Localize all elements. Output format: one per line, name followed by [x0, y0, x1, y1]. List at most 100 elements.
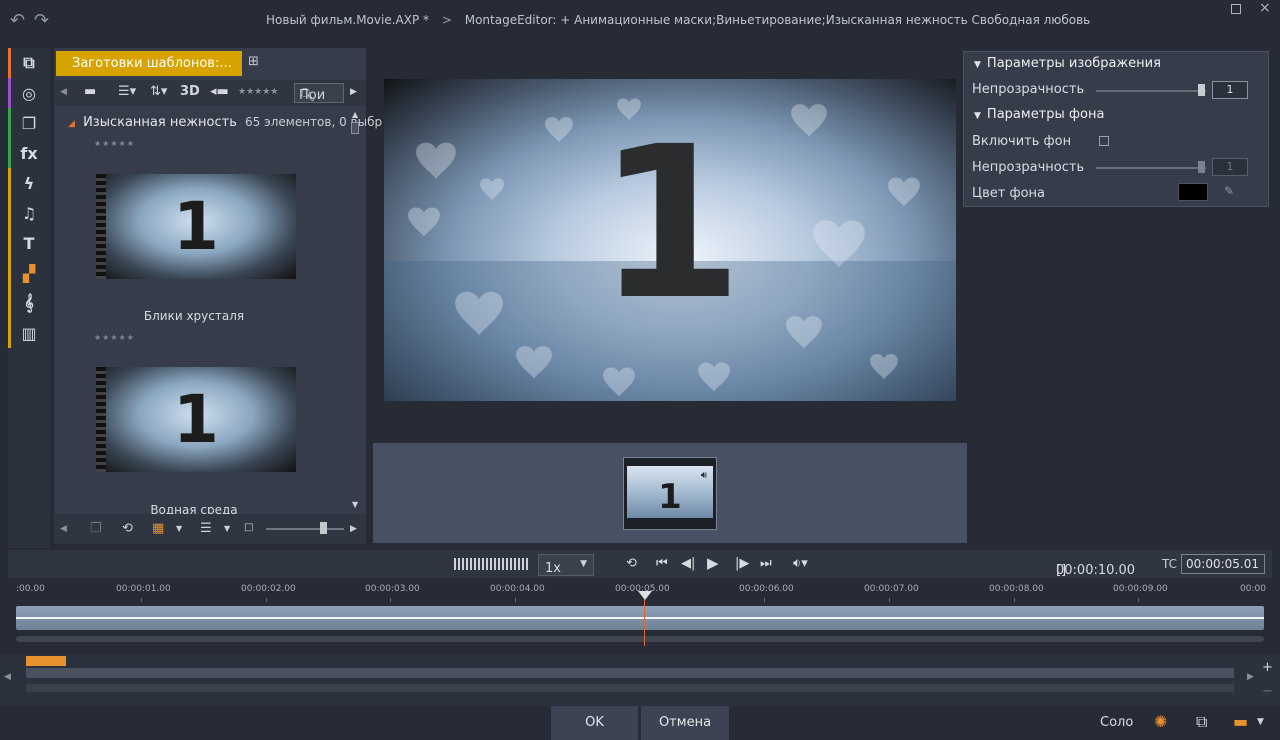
clip-thumbnail[interactable]: 1 🔊︎: [623, 457, 717, 530]
scroll-up-icon[interactable]: ▲: [352, 110, 358, 119]
clip-strip: 1 🔊︎: [373, 443, 967, 543]
category-stripe: [8, 48, 11, 78]
image-opacity-slider[interactable]: [1096, 84, 1206, 96]
sort-icon[interactable]: ⇅▾: [150, 84, 167, 99]
category-stripe: [8, 108, 11, 138]
go-to-start-icon[interactable]: ⏮: [656, 556, 668, 571]
background-section-header[interactable]: ▼ Параметры фона: [974, 107, 1104, 122]
collapse-triangle-icon[interactable]: ◢: [68, 119, 75, 129]
scroll-down-icon[interactable]: ▼: [352, 500, 358, 509]
tag-icon[interactable]: ◂▬: [210, 84, 229, 99]
category-stripe: [8, 138, 11, 168]
timeline-clip[interactable]: [16, 606, 1264, 630]
text-icon[interactable]: T: [8, 228, 50, 258]
loop-icon[interactable]: ⟲: [626, 556, 637, 571]
timecode-label: TC: [1162, 557, 1178, 571]
overview-marker[interactable]: [26, 656, 66, 666]
lightning-icon[interactable]: ϟ: [8, 168, 50, 198]
eyedropper-icon[interactable]: ✎: [1224, 184, 1234, 198]
redo-icon[interactable]: ↷: [34, 10, 49, 31]
box-icon[interactable]: ⧉: [8, 48, 50, 78]
solo-toggle[interactable]: Соло: [1100, 715, 1133, 730]
monitor-icon[interactable]: ▬: [1233, 712, 1248, 731]
list-layout-dropdown-icon[interactable]: ▼: [224, 524, 230, 533]
scroll-right-icon[interactable]: ▶: [1247, 672, 1254, 682]
treble-clef-icon[interactable]: 𝄞: [8, 288, 50, 318]
volume-icon[interactable]: 🔉︎▾: [793, 556, 808, 571]
list-layout-icon[interactable]: ☰: [200, 521, 212, 536]
search-input[interactable]: 🔍︎ Пои: [294, 83, 344, 103]
film-reel-icon[interactable]: ◎: [8, 78, 50, 108]
category-stripe: [8, 258, 11, 288]
piano-icon[interactable]: ▥: [8, 318, 50, 348]
go-to-end-icon[interactable]: ⏭: [760, 556, 772, 571]
template-thumbnail[interactable]: 1: [96, 174, 296, 279]
play-icon[interactable]: ▶: [707, 554, 719, 572]
slider-knob[interactable]: [320, 522, 327, 534]
library-tab-templates[interactable]: Заготовки шаблонов:...: [56, 51, 242, 76]
chevron-down-icon[interactable]: ▼: [1257, 717, 1264, 727]
bg-opacity-field[interactable]: 1: [1212, 158, 1248, 176]
folder-icon[interactable]: ▬: [84, 84, 96, 99]
image-section-header[interactable]: ▼ Параметры изображения: [974, 56, 1161, 71]
target-icon[interactable]: ✺: [1154, 712, 1167, 731]
forward-arrow-icon[interactable]: ▶: [350, 524, 357, 534]
thumbnail-size-slider[interactable]: [266, 522, 344, 534]
item-rating[interactable]: ★★★★★: [94, 139, 135, 148]
back-arrow-icon[interactable]: ◀: [60, 524, 67, 534]
restore-window-icon[interactable]: [1231, 4, 1241, 14]
overview-track[interactable]: [26, 668, 1234, 678]
video-preview[interactable]: 1: [384, 79, 956, 401]
grid-view-dropdown-icon[interactable]: ▼: [176, 524, 182, 533]
template-thumbnail[interactable]: 1: [96, 367, 296, 472]
ok-button[interactable]: OK: [551, 706, 638, 740]
zoom-in-icon[interactable]: +: [1262, 660, 1273, 675]
back-arrow-icon[interactable]: ◀: [60, 87, 67, 97]
montage-icon[interactable]: ▞: [8, 258, 50, 288]
library-scrollbar[interactable]: ▲ ▼: [350, 110, 360, 510]
overview-track[interactable]: [26, 684, 1234, 692]
step-forward-icon[interactable]: |▶: [735, 556, 749, 571]
scroll-left-icon[interactable]: ◀: [4, 672, 11, 682]
library-bottom-bar: ◀ ❐ ⟲ ▦ ▼ ☰ ▼ □ ▶: [54, 514, 366, 544]
forward-arrow-icon[interactable]: ▶: [350, 87, 357, 97]
add-tab-icon[interactable]: ⊞: [248, 54, 259, 69]
item-rating[interactable]: ★★★★★: [94, 333, 135, 342]
background-section-title: Параметры фона: [986, 107, 1105, 122]
refresh-icon[interactable]: ⟲: [122, 521, 133, 536]
playhead[interactable]: [644, 592, 645, 646]
timecode-field[interactable]: 00:00:05.01: [1181, 554, 1265, 574]
enable-background-checkbox[interactable]: [1099, 136, 1109, 146]
cancel-button[interactable]: Отмена: [641, 706, 729, 740]
breadcrumb-separator: >: [441, 13, 452, 27]
bg-color-swatch[interactable]: [1178, 183, 1208, 201]
library-group-header[interactable]: ◢ Изысканная нежность 65 элементов, 0 вы…: [68, 115, 382, 130]
step-back-icon[interactable]: ◀|: [681, 556, 695, 571]
list-view-icon[interactable]: ☰▾: [118, 84, 136, 99]
slider-knob[interactable]: [1198, 84, 1205, 96]
jog-shuttle[interactable]: [454, 558, 530, 570]
close-window-icon[interactable]: ×: [1259, 0, 1271, 16]
undo-icon[interactable]: ↶: [10, 10, 25, 31]
copy-icon[interactable]: ❐: [90, 521, 102, 536]
grid-view-icon[interactable]: ▦: [152, 521, 164, 536]
thumbnail-number: 1: [173, 381, 219, 458]
scroll-thumb[interactable]: [351, 122, 359, 134]
zoom-out-icon[interactable]: −: [1262, 684, 1273, 699]
timeline-ruler[interactable]: :00.00 00:00:01.00 00:00:02.00 00:00:03.…: [8, 578, 1272, 646]
speed-select[interactable]: 1x ▼: [538, 554, 594, 576]
fx-icon[interactable]: fx: [8, 138, 50, 168]
image-opacity-field[interactable]: 1: [1212, 81, 1248, 99]
timeline-scrollbar[interactable]: [16, 636, 1264, 642]
playhead-handle[interactable]: [638, 591, 652, 600]
chevron-down-icon: ▼: [580, 559, 587, 569]
slider-knob[interactable]: [1198, 161, 1205, 173]
bg-opacity-slider[interactable]: [1096, 161, 1206, 173]
thumbnail-number: 1: [173, 188, 219, 265]
group-name: Изысканная нежность: [83, 115, 237, 130]
3d-filter-button[interactable]: 3D: [180, 84, 200, 99]
rating-filter[interactable]: ★★★★★: [238, 87, 278, 97]
external-window-icon[interactable]: ⧉: [1196, 712, 1207, 732]
media-stack-icon[interactable]: ❐: [8, 108, 50, 138]
music-note-icon[interactable]: ♫: [8, 198, 50, 228]
